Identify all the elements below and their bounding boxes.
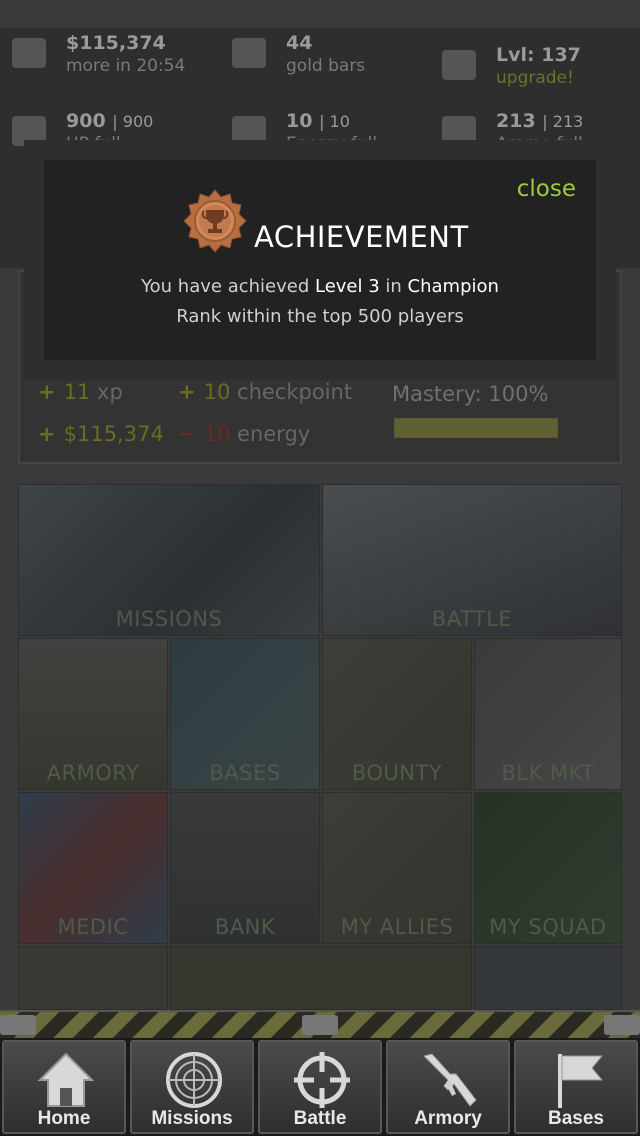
bottom-tab-bar: Home Missions Battle Armory Bases: [0, 1038, 640, 1136]
plus-icon: +: [38, 380, 56, 404]
stat-gold-sub: gold bars: [286, 56, 366, 76]
gold-bars-icon: [232, 38, 266, 68]
achievement-message: You have achieved Level 3 in Champion: [141, 276, 499, 297]
tile-allies-label: MY ALLIES: [340, 915, 454, 939]
money-icon: [12, 38, 46, 68]
stat-ammo-value: 213 | 213: [496, 110, 584, 132]
tab-home-label: Home: [37, 1108, 91, 1129]
achievement-message-line2: Rank within the top 500 players: [176, 306, 464, 327]
plus-icon: +: [178, 380, 196, 404]
stat-hp-value: 900 | 900: [66, 110, 154, 132]
stat-money-value: $115,374: [66, 32, 166, 54]
mastery-progress-fill: [395, 419, 557, 437]
tile-my-allies[interactable]: MY ALLIES: [322, 792, 472, 944]
tile-medic-label: MEDIC: [57, 915, 129, 939]
stat-energy-value: 10 | 10: [286, 110, 350, 132]
achievement-title: ACHIEVEMENT: [254, 220, 469, 254]
rivet-clip-left: [0, 1015, 36, 1035]
tab-bases[interactable]: Bases: [514, 1040, 638, 1134]
achievement-modal: close ACHIEVEMENT You have achieved Leve…: [44, 160, 596, 360]
tile-battle[interactable]: BATTLE: [322, 484, 622, 636]
reward-checkpoint: +10 checkpoint: [178, 380, 353, 404]
tile-bank-label: BANK: [214, 915, 276, 939]
rifle-icon: [423, 1053, 477, 1107]
tile-blkmkt-label: BLK MKT: [501, 761, 595, 785]
cost-energy: −10 energy: [178, 422, 311, 446]
tile-armory-label: ARMORY: [46, 761, 140, 785]
trophy-medal-icon: [183, 189, 247, 253]
tile-missions[interactable]: MISSIONS: [18, 484, 320, 636]
tile-bank[interactable]: BANK: [170, 792, 320, 944]
rivet-clip-center: [302, 1015, 338, 1035]
reward-xp: +11 xp: [38, 380, 123, 404]
mastery-label: Mastery: 100%: [392, 382, 549, 406]
stat-level[interactable]: Lvl: 137 upgrade!: [442, 44, 640, 94]
tab-bases-label: Bases: [548, 1108, 604, 1129]
crosshair-icon: [294, 1052, 350, 1108]
stat-money: $115,374 more in 20:54: [12, 32, 212, 82]
tile-black-market[interactable]: BLK MKT: [474, 638, 622, 790]
tile-armory[interactable]: ARMORY: [18, 638, 168, 790]
tab-armory-label: Armory: [414, 1108, 482, 1129]
tile-missions-label: MISSIONS: [115, 607, 223, 631]
hazard-stripe-divider: [0, 1010, 640, 1040]
tile-extra-3[interactable]: [474, 946, 622, 1010]
tile-bases-label: BASES: [209, 761, 281, 785]
tile-extra-2[interactable]: [170, 946, 472, 1010]
tile-bounty[interactable]: BOUNTY: [322, 638, 472, 790]
tile-squad-label: MY SQUAD: [489, 915, 607, 939]
close-button[interactable]: close: [517, 176, 576, 202]
tile-bounty-label: BOUNTY: [351, 761, 443, 785]
house-icon: [37, 1052, 95, 1107]
rank-icon: [442, 50, 476, 80]
tile-my-squad[interactable]: MY SQUAD: [474, 792, 622, 944]
tab-missions[interactable]: Missions: [130, 1040, 254, 1134]
tab-missions-label: Missions: [151, 1108, 233, 1129]
tile-battle-label: BATTLE: [431, 607, 513, 631]
rivet-clip-right: [604, 1015, 640, 1035]
tab-armory[interactable]: Armory: [386, 1040, 510, 1134]
tab-home[interactable]: Home: [2, 1040, 126, 1134]
tile-medic[interactable]: MEDIC: [18, 792, 168, 944]
tab-battle[interactable]: Battle: [258, 1040, 382, 1134]
plus-icon: +: [38, 422, 56, 446]
stat-gold: 44 gold bars: [232, 32, 432, 82]
tab-battle-label: Battle: [293, 1108, 347, 1129]
stat-money-sub: more in 20:54: [66, 56, 186, 76]
radar-icon: [166, 1052, 222, 1108]
mastery-progress-bar: [394, 418, 558, 438]
reward-money: + $115,374: [38, 422, 164, 446]
upgrade-link[interactable]: upgrade!: [496, 68, 574, 88]
tile-bases[interactable]: BASES: [170, 638, 320, 790]
flag-icon: [558, 1054, 604, 1108]
tile-extra-1[interactable]: [18, 946, 168, 1010]
minus-icon: −: [178, 422, 196, 446]
stat-gold-value: 44: [286, 32, 313, 54]
stat-level-value: Lvl: 137: [496, 44, 581, 66]
